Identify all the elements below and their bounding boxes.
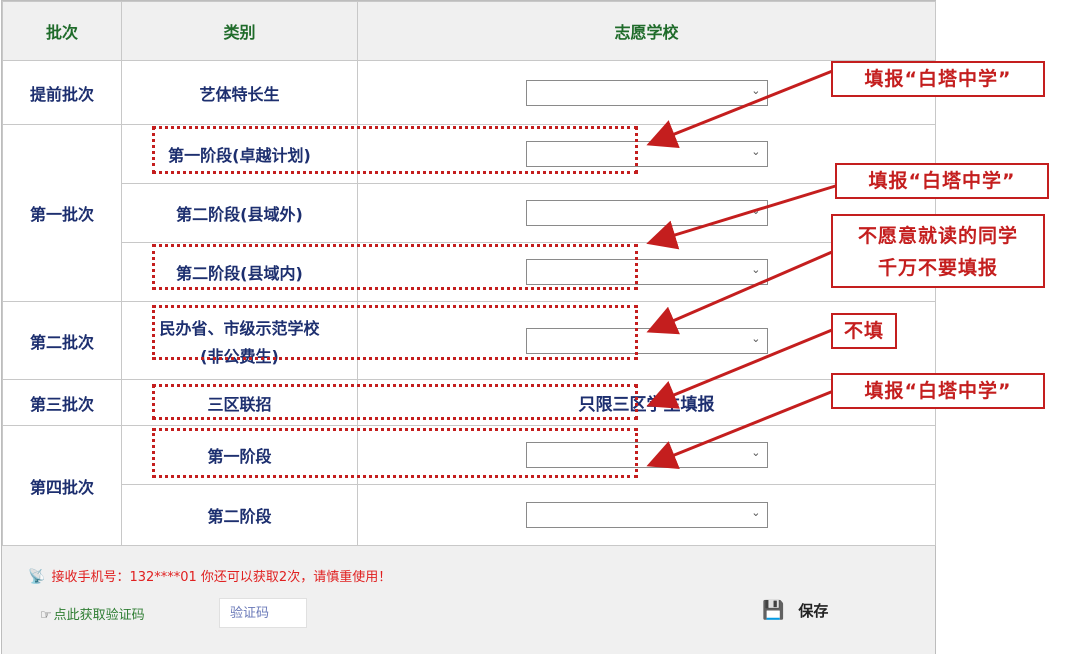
arrow-4 bbox=[646, 328, 833, 409]
callout-unwilling-line2: 千万不要填报 bbox=[877, 257, 998, 279]
arrow-1 bbox=[646, 66, 841, 149]
callout-fill-baita-1: 填报“白塔中学” bbox=[831, 61, 1045, 97]
callout-fill-baita-3: 填报“白塔中学” bbox=[831, 373, 1045, 409]
callout-fill-baita-2: 填报“白塔中学” bbox=[835, 163, 1049, 199]
arrow-3 bbox=[646, 250, 833, 335]
arrow-2 bbox=[646, 182, 843, 250]
annotation-arrows bbox=[646, 66, 843, 469]
arrow-5 bbox=[646, 388, 837, 469]
callout-do-not-fill: 不填 bbox=[831, 313, 897, 349]
callout-unwilling-line1: 不愿意就读的同学 bbox=[857, 225, 1018, 247]
callout-do-not-fill-if-unwilling: 不愿意就读的同学 千万不要填报 bbox=[831, 214, 1045, 288]
